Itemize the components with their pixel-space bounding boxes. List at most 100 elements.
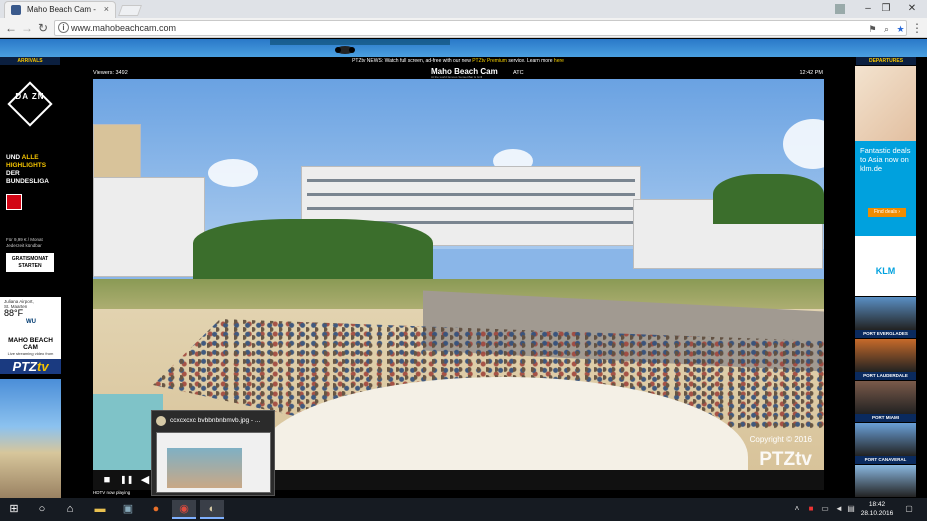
port-cam-label: PORT MIAMI xyxy=(855,414,916,422)
rewind-button[interactable]: ◀ xyxy=(139,474,151,486)
klm-logo: KLM xyxy=(855,236,916,296)
beach-photo-ad[interactable] xyxy=(0,379,61,498)
klm-ad-image xyxy=(855,66,916,141)
browser-tab-strip: Maho Beach Cam - S × – ❐ ✕ xyxy=(0,0,927,18)
translate-icon[interactable]: ⚑ xyxy=(867,24,878,35)
port-cam-link[interactable]: PORT EVERGLADES xyxy=(855,297,916,338)
maho-title: MAHO BEACH CAM xyxy=(8,337,53,351)
site-favicon-icon xyxy=(11,5,21,15)
port-cam-link[interactable]: PORT MIAMI xyxy=(855,381,916,422)
port-cam-thumbnail xyxy=(855,297,916,330)
ptz-logo-accent: tv xyxy=(37,359,49,374)
top-banner xyxy=(0,39,927,57)
wunderground-logo: WU xyxy=(26,319,36,325)
ad-claim: UND ALLE HIGHLIGHTS DER BUNDESLIGA xyxy=(6,154,61,186)
news-link[interactable]: here xyxy=(554,58,564,64)
ad-price: Für 9,99 € / Monat Jederzeit kündbar xyxy=(6,237,43,248)
clock-date: 28.10.2016 xyxy=(860,510,894,517)
web-page: PTZtv NEWS: Watch full screen, ad-free w… xyxy=(0,39,927,498)
app-icon[interactable]: ▣ xyxy=(116,500,140,519)
video-status-bar: Viewers: 3492 Maho Beach Cam At the worl… xyxy=(93,67,823,79)
news-ticker: PTZtv NEWS: Watch full screen, ad-free w… xyxy=(62,57,854,65)
weather-widget[interactable]: Juliana Airport, St. Maarten 88°F WU xyxy=(0,297,61,333)
port-cam-thumbnail xyxy=(855,465,916,497)
port-cam-label: PORT LAUDERDALE xyxy=(855,372,916,380)
maho-beach-cam-block[interactable]: MAHO BEACH CAM Live streaming video from xyxy=(0,333,61,359)
weather-temp: 88°F xyxy=(4,308,24,318)
clock-time: 18:42 xyxy=(868,501,886,508)
home-icon[interactable]: ⌂ xyxy=(58,500,82,519)
ptztv-watermark: PTZtv xyxy=(759,449,812,470)
forward-arrow-icon[interactable]: → xyxy=(19,20,35,36)
site-info-icon[interactable]: i xyxy=(58,22,69,33)
news-prefix: PTZtv NEWS: xyxy=(352,58,384,64)
pause-button[interactable]: ❚❚ xyxy=(120,474,133,486)
claim-part-1: UND xyxy=(6,154,21,161)
chrome-icon[interactable]: ◉ xyxy=(172,500,196,519)
network-icon[interactable]: ▭ xyxy=(820,504,830,514)
dazn-ad[interactable]: DA ZN UND ALLE HIGHLIGHTS DER BUNDESLIGA… xyxy=(0,66,61,274)
start-button[interactable]: ⊞ xyxy=(2,500,26,519)
ptztv-logo[interactable]: PTZtv xyxy=(0,359,61,374)
arrivals-header[interactable]: ARRIVALS xyxy=(0,57,60,65)
port-cam-link[interactable]: PORT CANAVERAL xyxy=(855,423,916,464)
viewer-count: Viewers: 3492 xyxy=(93,70,128,76)
user-profile-icon[interactable] xyxy=(826,0,854,18)
tray-app-icon[interactable]: ■ xyxy=(806,504,816,514)
bundesliga-logo-icon xyxy=(6,194,22,210)
palm-trees xyxy=(193,219,433,279)
window-row xyxy=(307,179,635,182)
news-suffix: service. Learn more xyxy=(508,58,553,64)
atc-label[interactable]: ATC xyxy=(513,70,524,76)
port-cam-label: PORT EVERGLADES xyxy=(855,330,916,338)
ad-cta-button[interactable]: GRATISMONAT STARTEN xyxy=(6,253,54,272)
new-tab-button[interactable] xyxy=(117,5,143,16)
volume-icon[interactable]: ◄ xyxy=(834,504,844,514)
news-text: Watch full screen, ad-free with our new xyxy=(384,58,471,64)
port-cam-thumbnail xyxy=(855,339,916,372)
browser-tab[interactable]: Maho Beach Cam - S × xyxy=(4,1,116,18)
file-explorer-icon[interactable]: ▬ xyxy=(88,500,112,519)
ptz-logo-main: PTZ xyxy=(12,359,37,374)
news-brand: PTZtv Premium xyxy=(472,58,507,64)
departures-header[interactable]: DEPARTURES xyxy=(856,57,916,65)
image-viewer-taskbar-icon[interactable]: ◐ xyxy=(200,500,224,519)
close-window-button[interactable]: ✕ xyxy=(898,0,926,18)
tab-close-icon[interactable]: × xyxy=(104,4,109,14)
taskbar-thumbnail-preview[interactable]: ccxcxcxc bvbbnbnbmvb.jpg - ... xyxy=(151,410,275,496)
thumbnail-image xyxy=(167,448,242,488)
zoom-icon[interactable]: ⌕ xyxy=(881,24,892,35)
find-deals-button[interactable]: Find deals › xyxy=(868,208,906,217)
klm-ad[interactable]: Fantastic deals to Asia now on klm.de Fi… xyxy=(855,66,916,296)
dazn-logo-text: DA ZN xyxy=(15,92,45,101)
reload-icon[interactable]: ↻ xyxy=(35,20,51,36)
thumbnail-screenshot xyxy=(156,432,271,493)
trees xyxy=(713,174,824,224)
copyright-text: Copyright © 2016 xyxy=(749,435,812,444)
port-cam-link[interactable]: PORT LAUDERDALE xyxy=(855,339,916,380)
address-bar[interactable]: i www.mahobeachcam.com ⚑ ⌕ ★ xyxy=(54,20,907,36)
cloud xyxy=(208,159,258,187)
stop-button[interactable]: ■ xyxy=(101,474,113,486)
local-time: 12:42 PM xyxy=(799,70,823,76)
tray-chevron-icon[interactable]: ˄ xyxy=(792,504,802,514)
port-cam-label: PORT CANAVERAL xyxy=(855,456,916,464)
window-row xyxy=(307,207,635,210)
firefox-icon[interactable]: ● xyxy=(144,500,168,519)
port-cam-thumbnail xyxy=(855,423,916,456)
image-viewer-icon xyxy=(156,416,166,426)
thumbnail-title: ccxcxcxc bvbbnbnbmvb.jpg - ... xyxy=(170,417,261,424)
search-icon[interactable]: ○ xyxy=(30,500,54,519)
port-cam-link[interactable] xyxy=(855,465,916,497)
claim-part-3: DER BUNDESLIGA xyxy=(6,170,49,185)
dazn-logo-icon xyxy=(7,81,53,127)
maximize-button[interactable]: ❐ xyxy=(872,0,900,18)
port-cam-thumbnail xyxy=(855,381,916,414)
menu-dots-icon[interactable]: ⋮ xyxy=(909,20,925,36)
back-arrow-icon[interactable]: ← xyxy=(3,20,19,36)
system-clock[interactable]: 18:42 28.10.2016 xyxy=(855,500,899,518)
hdtv-label: HDTV now playing xyxy=(93,490,131,495)
notifications-icon[interactable]: ▢ xyxy=(904,504,914,514)
bookmark-star-icon[interactable]: ★ xyxy=(895,24,906,35)
klm-headline: Fantastic deals to Asia now on klm.de xyxy=(860,146,911,173)
